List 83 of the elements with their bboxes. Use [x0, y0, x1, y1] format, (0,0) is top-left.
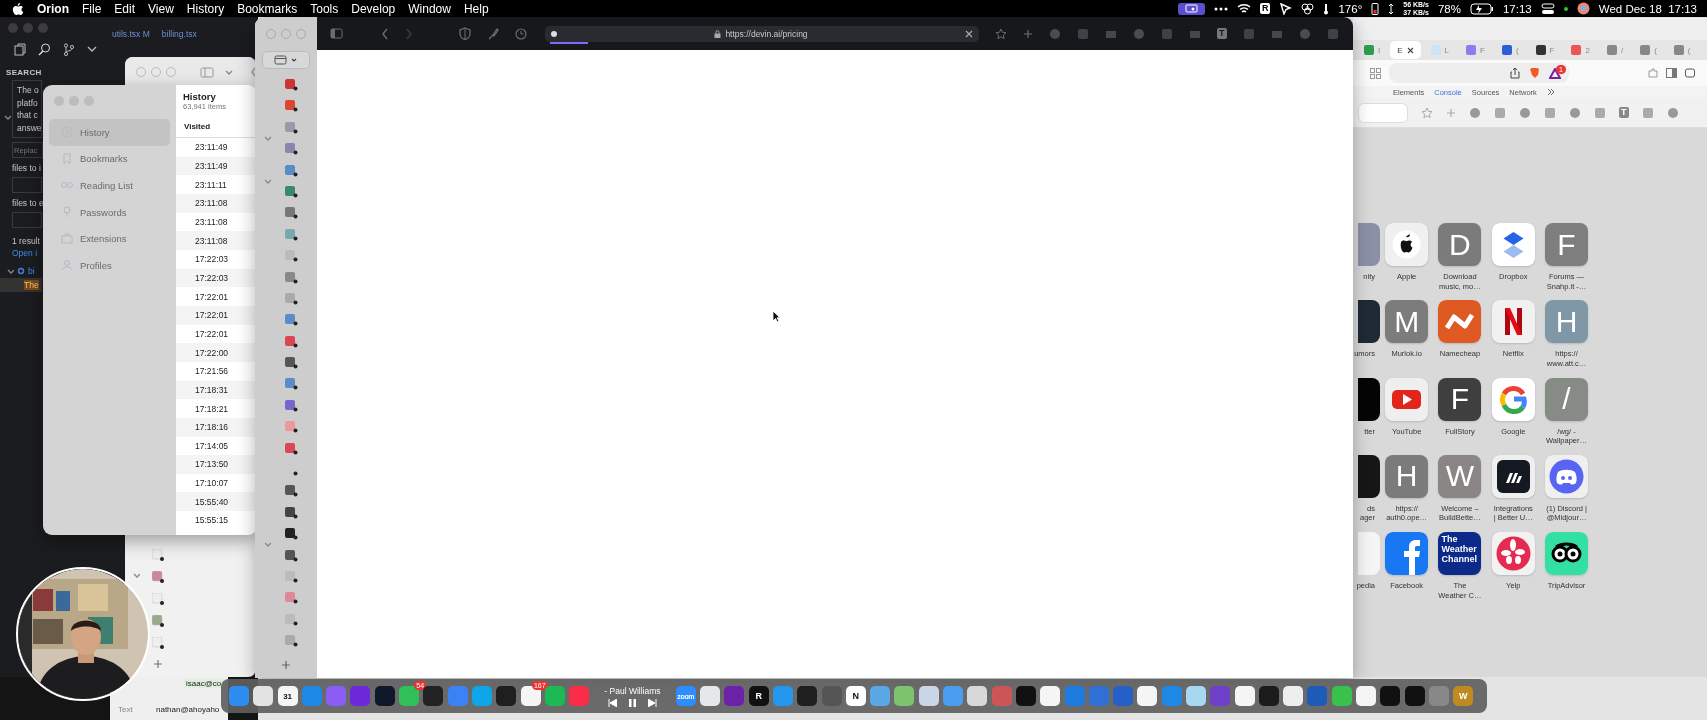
visit-time: 17:21:56	[194, 365, 230, 379]
clock-text: 17:13	[1502, 2, 1532, 15]
site-tile[interactable]: H	[1385, 454, 1429, 498]
browser-tab[interactable]: (	[1633, 41, 1664, 59]
visit-time: 17:22:00	[176, 343, 257, 362]
app-icon[interactable]: R	[748, 686, 769, 706]
app-icon[interactable]: W	[1453, 686, 1474, 706]
visit-time: 23:11:49	[176, 156, 257, 176]
site-tile[interactable]: H	[1545, 300, 1589, 344]
browser-tab[interactable]: /	[1599, 41, 1631, 59]
visit-time: 23:11:08	[176, 193, 257, 213]
visit-time: 17:10:07	[194, 477, 230, 491]
browser-tab[interactable]: F	[1528, 41, 1562, 59]
visit-time: 17:18:16	[176, 417, 257, 437]
visit-time: 17:22:01	[176, 305, 257, 325]
panel-title: SEARCH	[5, 67, 42, 77]
visit-time: 23:11:11	[194, 178, 228, 192]
file-tab[interactable]: utils.tsx M	[112, 29, 150, 39]
visit-time: 17:18:21	[194, 402, 230, 416]
visit-time: 17:18:31	[176, 380, 257, 400]
status-menu-item[interactable]: R	[1259, 3, 1271, 14]
list-title: History	[183, 91, 217, 102]
sidebar-item[interactable]: History	[49, 119, 170, 146]
site-tile[interactable]: W	[1438, 454, 1482, 498]
field-label: files to e	[12, 198, 44, 208]
visit-time: 17:22:03	[176, 268, 257, 288]
result-count: 1 result	[12, 236, 40, 246]
result-row[interactable]: The	[0, 278, 42, 292]
browser-tab[interactable]: E	[1390, 41, 1421, 59]
menu-item[interactable]: Develop	[351, 1, 396, 16]
visit-time: 17:22:03	[194, 253, 230, 267]
open-link[interactable]: Open i	[12, 248, 38, 258]
result-match: The	[24, 280, 39, 290]
logo-tile[interactable]: The Weather Channel	[1438, 532, 1482, 576]
list-cell: nathan@ahoyaho	[156, 705, 220, 714]
site-tile[interactable]: D	[1438, 223, 1482, 266]
extension-button[interactable]: T	[1217, 28, 1227, 39]
browser-tab[interactable]: (	[1666, 41, 1698, 59]
now-playing-title: - Paul Williams	[604, 685, 661, 696]
visit-time: 23:11:08	[176, 231, 257, 250]
sidebar-item[interactable]: Extensions	[49, 225, 170, 252]
battery-percent: 78%	[1437, 2, 1461, 15]
menu-item[interactable]: Help	[463, 1, 489, 16]
visit-time: 23:11:49	[194, 141, 229, 155]
list-cell: isaac@co	[184, 679, 224, 688]
site-tile[interactable]: F	[1438, 377, 1482, 421]
visit-time: 15:55:15	[194, 514, 230, 528]
menu-item[interactable]: Edit	[114, 1, 136, 16]
temperature-reading: 176°	[1338, 2, 1363, 15]
sidebar-item[interactable]: Profiles	[49, 251, 170, 279]
browser-tab[interactable]: L	[1423, 41, 1457, 59]
visit-time: 17:22:01	[194, 290, 230, 304]
visit-time: 17:14:05	[194, 439, 230, 453]
visit-time: 17:13:50	[176, 455, 257, 474]
sidebar-item[interactable]: Bookmarks	[49, 145, 170, 173]
app-icon[interactable]: 31	[277, 686, 298, 706]
menu-item[interactable]: Bookmarks	[237, 1, 298, 16]
app-menu[interactable]: Orion	[37, 1, 69, 16]
visit-time: 23:11:08	[194, 215, 229, 229]
menu-item[interactable]: File	[82, 1, 102, 16]
menu-item[interactable]: Tools	[310, 1, 339, 16]
app-icon[interactable]: N	[845, 686, 866, 706]
file-tab[interactable]: billing.tsx	[161, 29, 197, 39]
search-field[interactable]: The o platfo that c answe	[12, 80, 42, 138]
site-tile[interactable]: /	[1545, 377, 1589, 421]
browser-tab[interactable]: 2	[1564, 41, 1597, 59]
field-label: files to i	[12, 163, 41, 173]
sidebar-item[interactable]: Passwords	[49, 198, 170, 226]
site-tile[interactable]: F	[1545, 223, 1589, 266]
site-tile[interactable]: M	[1385, 300, 1429, 344]
menu-item[interactable]: View	[148, 1, 174, 16]
address-bar[interactable]: https://devin.ai/pricing	[545, 25, 979, 42]
extension-button[interactable]: T	[1619, 107, 1629, 118]
visit-time: 15:55:40	[176, 492, 257, 512]
visit-time: 17:22:01	[194, 327, 230, 341]
date-time[interactable]: Wed Dec 18 17:13	[1598, 2, 1697, 15]
column-label: Text	[118, 705, 133, 714]
browser-tab[interactable]: F	[1459, 41, 1492, 59]
menu-item[interactable]: History	[186, 1, 225, 16]
browser-tab[interactable]: (	[1494, 41, 1526, 59]
menu-item[interactable]: Window	[408, 1, 451, 16]
result-file[interactable]: bi	[28, 266, 35, 276]
sidebar-item[interactable]: Reading List	[49, 172, 170, 199]
